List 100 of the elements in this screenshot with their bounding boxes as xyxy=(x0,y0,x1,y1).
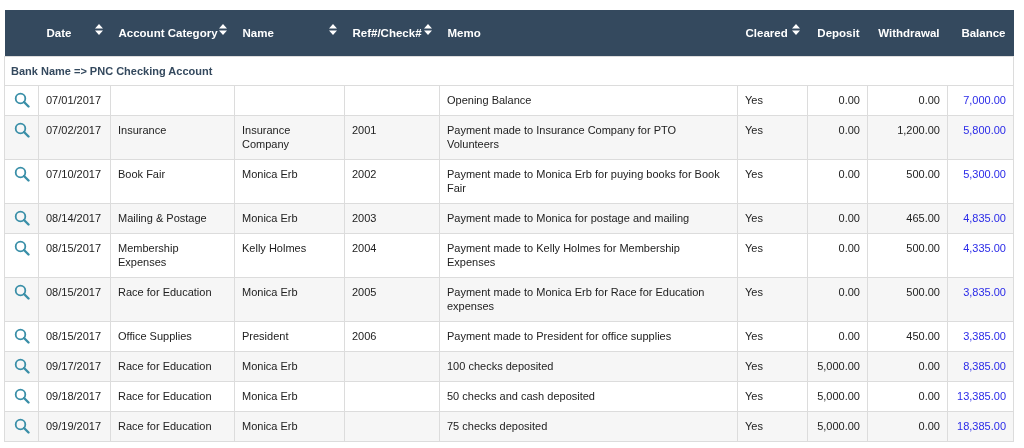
balance-link[interactable]: 5,800.00 xyxy=(963,123,1006,136)
table-cell: 0.00 xyxy=(807,321,868,351)
table-cell: 2004 xyxy=(344,233,440,277)
table-cell: 2002 xyxy=(344,159,440,203)
table-cell: 0.00 xyxy=(867,381,948,411)
table-cell: 08/15/2017 xyxy=(38,321,111,351)
table-cell: 07/02/2017 xyxy=(38,115,111,159)
search-icon[interactable] xyxy=(14,417,30,434)
table-cell: Race for Education xyxy=(110,411,235,441)
sort-icon[interactable] xyxy=(94,24,103,35)
search-icon[interactable] xyxy=(14,283,30,300)
table-cell: 2006 xyxy=(344,321,440,351)
table-cell: 09/19/2017 xyxy=(38,411,111,441)
table-cell: 465.00 xyxy=(867,203,948,233)
column-header: Withdrawal xyxy=(878,26,940,39)
table-cell: Monica Erb xyxy=(234,159,345,203)
search-icon[interactable] xyxy=(14,239,30,256)
table-cell: 500.00 xyxy=(867,277,948,321)
table-cell: Payment made to Monica for postage and mailing xyxy=(439,203,738,233)
search-icon[interactable] xyxy=(14,121,30,138)
table-cell: 0.00 xyxy=(867,85,948,115)
column-header[interactable]: Account Category xyxy=(118,26,218,39)
table-cell: 0.00 xyxy=(807,115,868,159)
table-cell: 100 checks deposited xyxy=(439,351,738,381)
table-cell: 08/15/2017 xyxy=(38,277,111,321)
table-cell: 5,000.00 xyxy=(807,351,868,381)
table-cell: Race for Education xyxy=(110,381,235,411)
table-cell: Payment made to Monica Erb for Race for Education expenses xyxy=(439,277,738,321)
search-icon[interactable] xyxy=(14,387,30,404)
table-cell: Payment made to Insurance Company for PTO Volunteers xyxy=(439,115,738,159)
column-header: Balance xyxy=(961,26,1006,39)
table-cell: 2005 xyxy=(344,277,440,321)
table-cell: Payment made to Monica Erb for puying books for Book Fair xyxy=(439,159,738,203)
balance-link[interactable]: 4,335.00 xyxy=(963,241,1006,254)
balance-link[interactable]: 3,835.00 xyxy=(963,285,1006,298)
table-cell: Payment made to President for office supplies xyxy=(439,321,738,351)
table-cell: Insurance xyxy=(110,115,235,159)
column-header[interactable]: Cleared xyxy=(745,26,788,39)
table-cell: 500.00 xyxy=(867,159,948,203)
table-cell: Yes xyxy=(737,381,808,411)
table-cell: Opening Balance xyxy=(439,85,738,115)
table-cell: 07/10/2017 xyxy=(38,159,111,203)
table-cell: Yes xyxy=(737,277,808,321)
table-cell: Race for Education xyxy=(110,351,235,381)
table-cell: Monica Erb xyxy=(234,351,345,381)
sort-icon[interactable] xyxy=(218,24,227,35)
table-cell: 0.00 xyxy=(807,159,868,203)
table-cell: Yes xyxy=(737,85,808,115)
sort-icon[interactable] xyxy=(791,24,800,35)
sort-icon[interactable] xyxy=(423,24,432,35)
table-cell: 0.00 xyxy=(807,203,868,233)
search-icon[interactable] xyxy=(14,91,30,108)
table-cell: Monica Erb xyxy=(234,277,345,321)
balance-link[interactable]: 5,300.00 xyxy=(963,167,1006,180)
column-header[interactable]: Name xyxy=(242,26,274,39)
search-icon[interactable] xyxy=(14,327,30,344)
table-cell: Yes xyxy=(737,321,808,351)
group-header: Bank Name => PNC Checking Account xyxy=(4,56,1014,85)
table-cell: 0.00 xyxy=(807,233,868,277)
table-cell: Mailing & Postage xyxy=(110,203,235,233)
table-cell: Book Fair xyxy=(110,159,235,203)
table-cell: 07/01/2017 xyxy=(38,85,111,115)
table-cell: 50 checks and cash deposited xyxy=(439,381,738,411)
table-cell: 0.00 xyxy=(867,351,948,381)
table-cell: President xyxy=(234,321,345,351)
table-cell: Payment made to Kelly Holmes for Membership Expenses xyxy=(439,233,738,277)
table-cell: 08/15/2017 xyxy=(38,233,111,277)
table-cell: Yes xyxy=(737,115,808,159)
table-cell: 1,200.00 xyxy=(867,115,948,159)
table-cell: 09/17/2017 xyxy=(38,351,111,381)
table-cell: Yes xyxy=(737,203,808,233)
column-header: Memo xyxy=(447,26,481,39)
column-header[interactable]: Date xyxy=(46,26,72,39)
table-cell: Kelly Holmes xyxy=(234,233,345,277)
table-cell: Insurance Company xyxy=(234,115,345,159)
table-cell: Yes xyxy=(737,351,808,381)
table-cell: Office Supplies xyxy=(110,321,235,351)
table-cell: 2003 xyxy=(344,203,440,233)
table-cell: 0.00 xyxy=(807,277,868,321)
column-header: Deposit xyxy=(817,26,860,39)
table-cell: 0.00 xyxy=(867,411,948,441)
search-icon[interactable] xyxy=(14,165,30,182)
table-cell: 2001 xyxy=(344,115,440,159)
table-cell: Yes xyxy=(737,159,808,203)
table-cell: Membership Expenses xyxy=(110,233,235,277)
search-icon[interactable] xyxy=(14,357,30,374)
table-cell: 5,000.00 xyxy=(807,381,868,411)
table-cell: 09/18/2017 xyxy=(38,381,111,411)
table-cell: Yes xyxy=(737,233,808,277)
table-cell: Race for Education xyxy=(110,277,235,321)
sort-icon[interactable] xyxy=(328,24,337,35)
table-cell: Yes xyxy=(737,411,808,441)
table-cell: 500.00 xyxy=(867,233,948,277)
column-header[interactable]: Ref#/Check# xyxy=(352,26,422,39)
table-cell: 450.00 xyxy=(867,321,948,351)
table-cell: Monica Erb xyxy=(234,411,345,441)
table-cell: 5,000.00 xyxy=(807,411,868,441)
search-icon[interactable] xyxy=(14,209,30,226)
table-cell: Monica Erb xyxy=(234,203,345,233)
table-cell: 75 checks deposited xyxy=(439,411,738,441)
